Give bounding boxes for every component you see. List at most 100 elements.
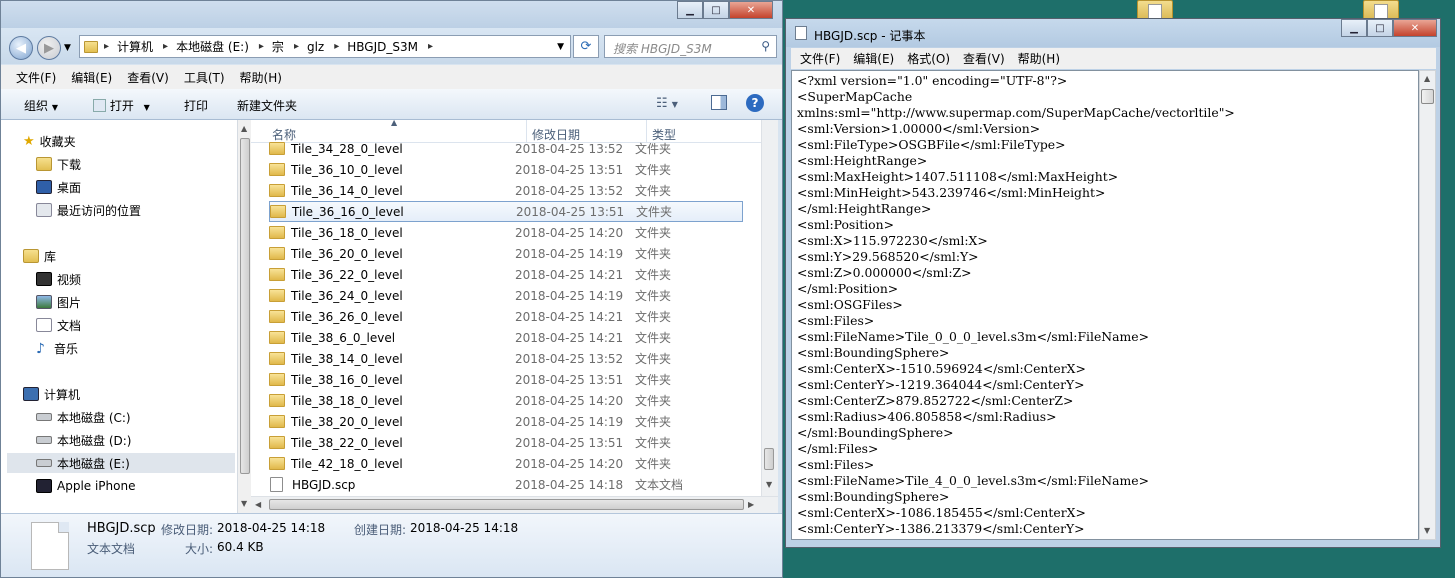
breadcrumb-zong[interactable]: 宗 bbox=[272, 38, 284, 55]
open-button[interactable]: 打开 ▼ bbox=[93, 97, 150, 114]
maximize-button[interactable]: □ bbox=[1367, 19, 1393, 37]
folder-row[interactable]: Tile_38_16_0_level 2018-04-25 13:51 文件夹 bbox=[269, 369, 743, 390]
print-button[interactable]: 打印 bbox=[184, 97, 208, 114]
nav-favorites[interactable]: ★ 收藏夹 bbox=[23, 131, 76, 151]
text-line: <sml:MaxHeight>1407.511108</sml:MaxHeigh… bbox=[797, 169, 1119, 184]
search-icon[interactable]: ⚲ bbox=[761, 39, 770, 53]
explorer-toolbar: 组织 ▼ 打开 ▼ 打印 新建文件夹 ☷ ▼ ? bbox=[1, 89, 782, 120]
nav-iphone[interactable]: Apple iPhone bbox=[36, 476, 135, 496]
chevron-right-icon[interactable]: ▸ bbox=[428, 41, 433, 52]
refresh-button[interactable]: ⟳ bbox=[573, 35, 599, 58]
organize-button[interactable]: 组织 ▼ bbox=[24, 97, 58, 114]
folder-row[interactable]: Tile_42_18_0_level 2018-04-25 14:20 文件夹 bbox=[269, 453, 743, 474]
search-input[interactable]: 搜索 HBGJD_S3M ⚲ bbox=[604, 35, 777, 58]
folder-row[interactable]: Tile_36_26_0_level 2018-04-25 14:21 文件夹 bbox=[269, 306, 743, 327]
folder-row[interactable]: Tile_36_24_0_level 2018-04-25 14:19 文件夹 bbox=[269, 285, 743, 306]
drive-icon bbox=[36, 436, 52, 444]
new-folder-button[interactable]: 新建文件夹 bbox=[237, 97, 297, 114]
close-button[interactable]: ✕ bbox=[729, 1, 773, 19]
menu-file[interactable]: 文件(F) bbox=[16, 69, 56, 86]
minimize-button[interactable]: ▁ bbox=[1341, 19, 1367, 37]
folder-row[interactable]: Tile_38_14_0_level 2018-04-25 13:52 文件夹 bbox=[269, 348, 743, 369]
minimize-button[interactable]: ▁ bbox=[677, 1, 703, 19]
folder-row[interactable]: Tile_38_6_0_level 2018-04-25 14:21 文件夹 bbox=[269, 327, 743, 348]
np-menu-help[interactable]: 帮助(H) bbox=[1018, 50, 1060, 67]
file-type: 文件夹 bbox=[635, 415, 672, 429]
nav-drive-e[interactable]: 本地磁盘 (E:) bbox=[7, 453, 235, 473]
folder-row[interactable]: Tile_36_22_0_level 2018-04-25 14:21 文件夹 bbox=[269, 264, 743, 285]
help-icon[interactable]: ? bbox=[746, 94, 764, 112]
folder-row[interactable]: Tile_38_18_0_level 2018-04-25 14:20 文件夹 bbox=[269, 390, 743, 411]
folder-row[interactable]: Tile_36_18_0_level 2018-04-25 14:20 文件夹 bbox=[269, 222, 743, 243]
file-scroll-thumb[interactable] bbox=[764, 448, 774, 470]
forward-button[interactable]: ▶ bbox=[37, 36, 61, 60]
nav-recent[interactable]: 最近访问的位置 bbox=[36, 200, 141, 220]
folder-row[interactable]: Tile_34_28_0_level 2018-04-25 13:52 文件夹 bbox=[269, 138, 743, 159]
notepad-text-area[interactable]: <?xml version="1.0" encoding="UTF-8"?> <S… bbox=[791, 70, 1419, 540]
text-line: <sml:BoundingSphere> bbox=[797, 489, 950, 504]
breadcrumb-drive-e[interactable]: 本地磁盘 (E:) bbox=[176, 38, 249, 55]
nav-desktop[interactable]: 桌面 bbox=[36, 177, 81, 197]
maximize-button[interactable]: □ bbox=[703, 1, 729, 19]
nav-music[interactable]: ♪ 音乐 bbox=[36, 338, 78, 358]
folder-row[interactable]: Tile_36_16_0_level 2018-04-25 13:51 文件夹 bbox=[269, 201, 743, 222]
file-name: Tile_38_16_0_level bbox=[291, 372, 403, 387]
np-menu-format[interactable]: 格式(O) bbox=[907, 50, 950, 67]
nav-computer[interactable]: 计算机 bbox=[23, 384, 80, 404]
recent-pages-dropdown[interactable]: ▼ bbox=[64, 43, 71, 53]
nav-scroll-thumb[interactable] bbox=[240, 138, 250, 474]
text-line: <sml:CenterX>-1086.185455</sml:CenterX> bbox=[797, 505, 1086, 520]
notepad-scroll-thumb[interactable] bbox=[1421, 89, 1434, 104]
details-filename: HBGJD.scp bbox=[87, 521, 156, 536]
desktop-icon bbox=[36, 180, 52, 194]
address-dropdown[interactable]: ▼ bbox=[557, 42, 564, 52]
menu-help[interactable]: 帮助(H) bbox=[240, 69, 282, 86]
file-hscroll-thumb[interactable] bbox=[269, 499, 744, 510]
file-date: 2018-04-25 14:20 bbox=[515, 225, 624, 240]
notepad-vscrollbar[interactable]: ▲ ▼ bbox=[1419, 70, 1436, 540]
file-date: 2018-04-25 14:21 bbox=[515, 267, 624, 282]
nav-documents[interactable]: 文档 bbox=[36, 315, 81, 335]
np-menu-edit[interactable]: 编辑(E) bbox=[853, 50, 894, 67]
breadcrumb-hbgjd[interactable]: HBGJD_S3M bbox=[347, 40, 418, 54]
nav-videos[interactable]: 视频 bbox=[36, 269, 81, 289]
chevron-right-icon[interactable]: ▸ bbox=[259, 41, 264, 52]
folder-row[interactable]: Tile_38_20_0_level 2018-04-25 14:19 文件夹 bbox=[269, 411, 743, 432]
nav-downloads[interactable]: 下载 bbox=[36, 154, 81, 174]
address-box[interactable]: ▸ 计算机 ▸ 本地磁盘 (E:) ▸ 宗 ▸ glz ▸ HBGJD_S3M … bbox=[79, 35, 571, 58]
file-list-vscrollbar[interactable]: ▼ bbox=[761, 120, 778, 496]
details-created-value: 2018-04-25 14:18 bbox=[410, 521, 519, 535]
folder-row[interactable]: Tile_36_10_0_level 2018-04-25 13:51 文件夹 bbox=[269, 159, 743, 180]
file-list-hscrollbar[interactable]: ◀ ▶ bbox=[251, 496, 778, 513]
notepad-titlebar[interactable]: HBGJD.scp - 记事本 ▁ □ ✕ bbox=[786, 19, 1440, 47]
menu-edit[interactable]: 编辑(E) bbox=[71, 69, 112, 86]
library-icon bbox=[23, 249, 39, 263]
nav-libraries[interactable]: 库 bbox=[23, 246, 56, 266]
menu-view[interactable]: 查看(V) bbox=[127, 69, 169, 86]
nav-drive-c[interactable]: 本地磁盘 (C:) bbox=[36, 407, 131, 427]
np-menu-file[interactable]: 文件(F) bbox=[800, 50, 840, 67]
folder-row[interactable]: Tile_36_14_0_level 2018-04-25 13:52 文件夹 bbox=[269, 180, 743, 201]
preview-pane-icon[interactable] bbox=[711, 95, 727, 110]
chevron-right-icon[interactable]: ▸ bbox=[104, 41, 109, 52]
folder-icon bbox=[269, 247, 285, 260]
folder-row[interactable]: Tile_36_20_0_level 2018-04-25 14:19 文件夹 bbox=[269, 243, 743, 264]
file-row[interactable]: HBGJD.scp 2018-04-25 14:18 文本文档 bbox=[269, 474, 743, 495]
notepad-window: HBGJD.scp - 记事本 ▁ □ ✕ 文件(F) 编辑(E) 格式(O) … bbox=[785, 18, 1441, 548]
np-menu-view[interactable]: 查看(V) bbox=[963, 50, 1005, 67]
folder-row[interactable]: Tile_38_22_0_level 2018-04-25 13:51 文件夹 bbox=[269, 432, 743, 453]
chevron-right-icon[interactable]: ▸ bbox=[163, 41, 168, 52]
chevron-right-icon[interactable]: ▸ bbox=[334, 41, 339, 52]
view-options-icon[interactable]: ☷ ▼ bbox=[656, 96, 678, 111]
close-button[interactable]: ✕ bbox=[1393, 19, 1437, 37]
menu-tools[interactable]: 工具(T) bbox=[184, 69, 225, 86]
nav-pane-scrollbar[interactable]: ▲ ▼ bbox=[237, 120, 251, 513]
nav-pictures[interactable]: 图片 bbox=[36, 292, 81, 312]
chevron-right-icon[interactable]: ▸ bbox=[294, 41, 299, 52]
breadcrumb-glz[interactable]: glz bbox=[307, 40, 324, 54]
file-name: Tile_36_24_0_level bbox=[291, 288, 403, 303]
breadcrumb-computer[interactable]: 计算机 bbox=[117, 38, 153, 55]
explorer-titlebar[interactable]: ▁ □ ✕ bbox=[1, 1, 782, 28]
nav-drive-d[interactable]: 本地磁盘 (D:) bbox=[36, 430, 131, 450]
back-button[interactable]: ◀ bbox=[9, 36, 33, 60]
